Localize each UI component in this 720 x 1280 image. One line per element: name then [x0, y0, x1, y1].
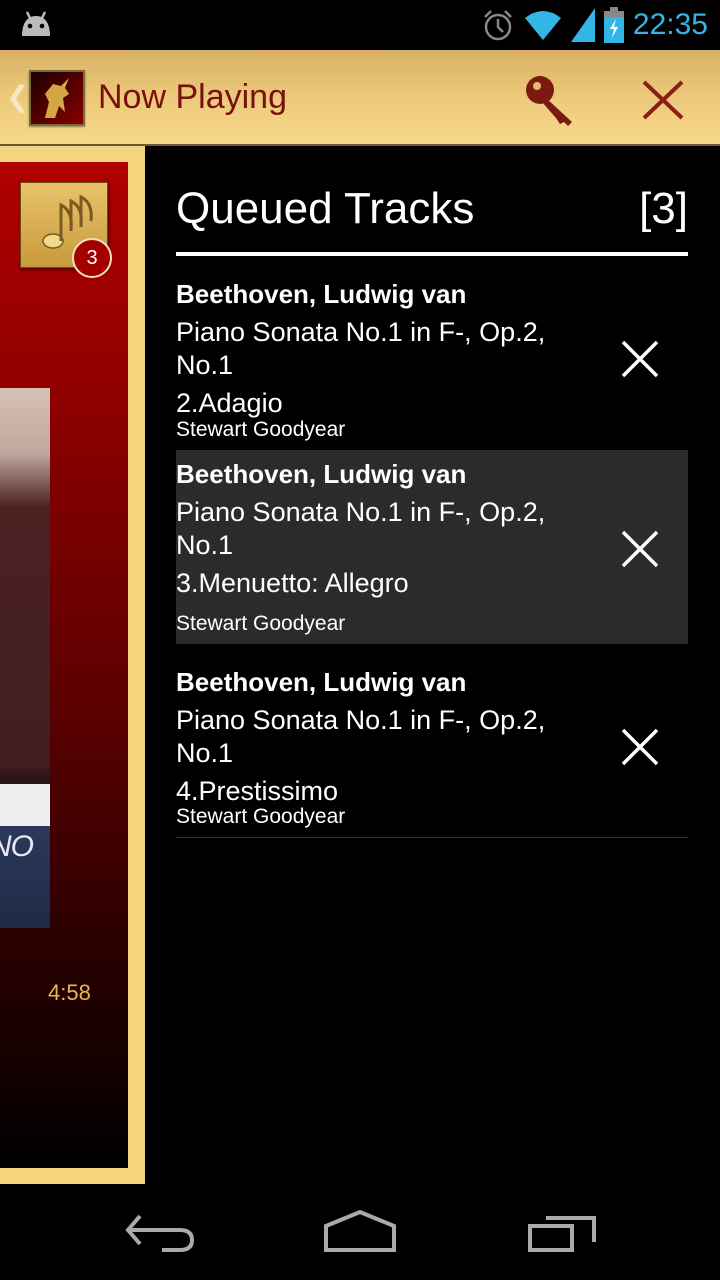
page-title: Now Playing — [98, 78, 287, 116]
track-movement: 2.Adagio — [176, 388, 283, 418]
remove-track-icon[interactable] — [620, 529, 660, 569]
status-icons: 22:35 — [481, 6, 708, 44]
unicorn-logo-icon[interactable] — [29, 70, 85, 126]
track-composer: Beethoven, Ludwig van — [176, 459, 467, 489]
action-bar: ❮ Now Playing — [0, 50, 720, 146]
track-work: Piano Sonata No.1 in F-, Op.2, No.1 — [176, 705, 546, 768]
wifi-icon — [524, 11, 561, 40]
track-artist: Stewart Goodyear — [176, 418, 346, 441]
now-playing-panel: 3 NO 4:58 — [0, 162, 128, 1168]
chevron-left-icon[interactable]: ❮ — [6, 80, 29, 113]
signal-icon — [570, 8, 595, 42]
battery-charging-icon — [603, 7, 624, 43]
queue-list: Beethoven, Ludwig van Piano Sonata No.1 … — [176, 256, 688, 838]
home-icon[interactable] — [320, 1210, 400, 1260]
clock: 22:35 — [632, 8, 708, 41]
queue-title: Queued Tracks — [176, 184, 475, 233]
queue-item[interactable]: Beethoven, Ludwig van Piano Sonata No.1 … — [176, 256, 688, 450]
queue-item[interactable]: Beethoven, Ludwig van Piano Sonata No.1 … — [176, 644, 688, 838]
album-cover-text: NO — [0, 830, 34, 863]
track-duration: 4:58 — [48, 980, 91, 1005]
track-movement: 4.Prestissimo — [176, 776, 339, 806]
queue-count-badge: 3 — [72, 238, 112, 278]
key-icon[interactable] — [522, 72, 580, 128]
track-artist: Stewart Goodyear — [176, 805, 346, 828]
track-artist: Stewart Goodyear — [176, 612, 346, 635]
track-work: Piano Sonata No.1 in F-, Op.2, No.1 — [176, 497, 546, 560]
queue-count: [3] — [639, 184, 688, 233]
android-icon — [22, 11, 50, 36]
alarm-icon — [484, 10, 512, 41]
remove-track-icon[interactable] — [620, 727, 660, 767]
track-composer: Beethoven, Ludwig van — [176, 279, 467, 309]
queued-tracks-panel: Queued Tracks [3] Beethoven, Ludwig van … — [176, 146, 688, 838]
remove-track-icon[interactable] — [620, 339, 660, 379]
album-art[interactable]: NO — [0, 388, 50, 928]
status-bar: 22:35 — [0, 0, 720, 50]
close-icon[interactable] — [640, 78, 686, 122]
track-work: Piano Sonata No.1 in F-, Op.2, No.1 — [176, 317, 546, 380]
queue-header: Queued Tracks [3] — [176, 146, 688, 256]
navigation-bar — [0, 1184, 720, 1280]
recent-apps-icon[interactable] — [522, 1210, 602, 1260]
now-playing-frame: 3 NO 4:58 — [0, 146, 145, 1184]
track-movement: 3.Menuetto: Allegro — [176, 568, 409, 598]
track-composer: Beethoven, Ludwig van — [176, 667, 467, 697]
queue-item[interactable]: Beethoven, Ludwig van Piano Sonata No.1 … — [176, 450, 688, 644]
back-icon[interactable] — [122, 1210, 202, 1260]
